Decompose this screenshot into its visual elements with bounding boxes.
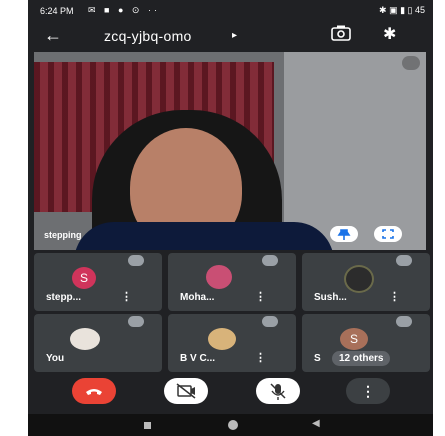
participant-tile[interactable]: Sush... ⋮ [302,253,430,311]
participant-tile[interactable]: S stepp... ⋮ [34,253,162,311]
mic-off-icon [402,56,420,70]
participant-tile[interactable]: S S 12 others [302,314,430,372]
mic-off-icon [270,383,286,400]
more-options-icon[interactable]: ⋮ [255,351,266,364]
chevron-right-icon[interactable]: ▸ [232,30,237,41]
mic-off-icon [396,316,412,327]
mic-off-icon [396,255,412,266]
participant-name: B V C... [180,353,216,364]
home-icon[interactable] [228,420,238,430]
more-options-icon[interactable]: ⋮ [255,290,266,303]
more-options-icon[interactable]: ⋮ [389,290,400,303]
mic-off-icon [262,255,278,266]
participant-name: Sush... [314,292,347,303]
avatar: S [72,267,96,289]
switch-camera-icon[interactable] [331,25,351,41]
pin-icon [337,229,351,240]
avatar: S [340,328,368,350]
more-options-icon[interactable]: ⋮ [121,290,132,303]
avatar [70,328,100,350]
participant-tile[interactable]: Moha... ⋮ [168,253,296,311]
nav-back-icon[interactable]: ◀ [312,418,320,429]
status-bar: 6:24 PM ✉ ■ ● ⊙ ·· ✱ ▣ ▮ ▯ 45 [28,0,433,22]
pin-button[interactable] [330,226,358,242]
meeting-code[interactable]: zcq-yjbq-omo [104,28,192,44]
bluetooth-icon[interactable]: ✱ [383,24,396,44]
fullscreen-icon [382,229,394,239]
others-count-badge[interactable]: 12 others [332,351,391,366]
call-controls: ⋮ [28,376,433,410]
participant-name: You [46,353,65,364]
microphone-toggle-button[interactable] [256,378,300,404]
mic-off-icon [128,316,144,327]
status-time: 6:24 PM [40,6,74,16]
participant-name: S [314,353,321,364]
camera-off-icon [176,383,196,399]
back-arrow-icon[interactable]: ← [44,25,62,46]
participant-name: stepp... [46,292,82,303]
more-options-button[interactable]: ⋮ [346,378,390,404]
mic-off-icon [262,316,278,327]
avatar [344,265,374,293]
participant-tile[interactable]: You [34,314,162,372]
video-background-wall [284,52,426,250]
camera-toggle-button[interactable] [164,378,208,404]
call-header: ← zcq-yjbq-omo ▸ ✱ [28,22,433,50]
android-nav-bar: ◀ [28,414,433,436]
meet-screen: 6:24 PM ✉ ■ ● ⊙ ·· ✱ ▣ ▮ ▯ 45 ← zcq-yjbq… [28,0,433,436]
fullscreen-button[interactable] [374,226,402,242]
notification-icons: ✉ ■ ● ⊙ ·· [88,5,160,15]
participant-name: Moha... [180,292,215,303]
system-icons: ✱ ▣ ▮ ▯ 45 [379,5,425,15]
participant-tile[interactable]: B V C... ⋮ [168,314,296,372]
end-call-button[interactable] [72,378,116,404]
mic-off-icon [128,255,144,266]
hang-up-icon [86,389,102,395]
avatar [208,328,236,350]
recents-icon[interactable] [144,422,151,429]
main-video[interactable]: stepping [34,52,426,250]
main-participant-name: stepping [44,230,82,240]
avatar [206,265,232,289]
